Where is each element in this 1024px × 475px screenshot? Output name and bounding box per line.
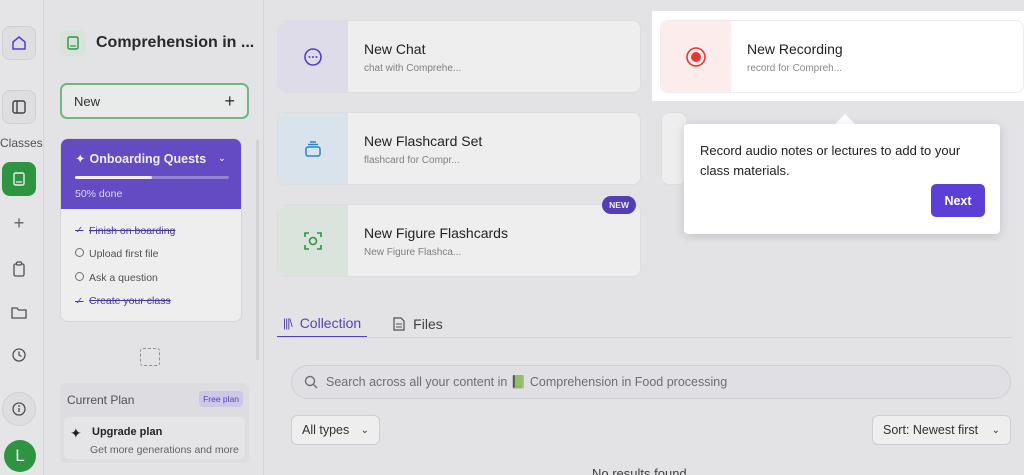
tab-collection-label: Collection bbox=[299, 315, 362, 331]
flashcard-icon-box bbox=[278, 113, 348, 184]
placeholder-icon bbox=[140, 348, 160, 366]
classes-label: Classes bbox=[0, 136, 43, 150]
plus-icon: + bbox=[224, 90, 235, 111]
icon-rail: Classes + L bbox=[0, 0, 44, 475]
quest-item[interactable]: ✓ Create your class bbox=[75, 290, 227, 314]
type-filter-dropdown[interactable]: All types ⌄ bbox=[291, 415, 380, 445]
new-figure-title: New Figure Flashcards bbox=[364, 225, 508, 241]
circle-icon bbox=[75, 271, 85, 284]
clipboard-button[interactable] bbox=[2, 252, 36, 286]
chat-icon-box bbox=[278, 21, 348, 92]
library-icon: |||\ bbox=[283, 316, 293, 330]
no-results-text: No results found bbox=[592, 466, 687, 475]
new-chat-title: New Chat bbox=[364, 41, 426, 57]
sparkles-icon: ✦ bbox=[70, 425, 82, 441]
class-sidebar: Comprehension in ... New + ✦ Onboarding … bbox=[44, 0, 264, 475]
quest-list: ✓ Finish on boarding Upload first file Ask … bbox=[61, 209, 241, 321]
new-flashcard-card[interactable]: New Flashcard Set flashcard for Compr... bbox=[277, 112, 641, 185]
class-book-icon bbox=[60, 30, 86, 56]
onboarding-quests-panel: ✦ Onboarding Quests ⌄ 50% done ✓ Finish o… bbox=[60, 138, 242, 322]
book-icon bbox=[13, 172, 25, 186]
new-recording-title: New Recording bbox=[747, 41, 843, 57]
info-button[interactable] bbox=[2, 392, 36, 426]
quest-item-label: Upload first file bbox=[89, 248, 159, 261]
info-icon bbox=[12, 402, 26, 416]
tab-collection[interactable]: |||\ Collection bbox=[277, 310, 368, 338]
tab-files-label: Files bbox=[413, 316, 443, 332]
tab-files[interactable]: Files bbox=[387, 310, 449, 338]
sidebar-icon bbox=[12, 100, 26, 114]
check-icon: ✓ bbox=[75, 295, 84, 307]
chevron-down-icon[interactable]: ⌄ bbox=[218, 153, 226, 164]
quest-item-label: Create your class bbox=[89, 295, 171, 308]
upgrade-title: Upgrade plan bbox=[92, 426, 163, 438]
check-icon: ✓ bbox=[75, 225, 84, 237]
home-icon bbox=[12, 36, 26, 50]
history-button[interactable] bbox=[2, 338, 36, 372]
quests-progress-bar bbox=[75, 176, 229, 179]
sort-value: Sort: Newest first bbox=[883, 423, 979, 437]
content-tabs: |||\ Collection Files bbox=[277, 310, 449, 338]
class-title: Comprehension in ... bbox=[96, 34, 255, 51]
figure-icon-box bbox=[278, 205, 348, 276]
quest-item[interactable]: Ask a question bbox=[75, 266, 227, 290]
file-icon bbox=[393, 317, 405, 331]
new-figure-subtitle: New Figure Flashca... bbox=[364, 247, 462, 258]
quests-progress-text: 50% done bbox=[75, 188, 123, 200]
sidebar-scrollbar[interactable] bbox=[256, 140, 259, 360]
class-header: Comprehension in ... bbox=[60, 30, 256, 56]
search-bar[interactable] bbox=[291, 365, 1011, 399]
new-flashcard-title: New Flashcard Set bbox=[364, 133, 483, 149]
flashcard-stack-icon bbox=[305, 140, 321, 157]
quest-item[interactable]: Upload first file bbox=[75, 243, 227, 267]
circle-icon bbox=[75, 248, 85, 260]
folder-button[interactable] bbox=[2, 295, 36, 329]
new-chat-subtitle: chat with Comprehe... bbox=[364, 63, 462, 74]
folder-icon bbox=[11, 307, 27, 319]
next-button[interactable]: Next bbox=[931, 184, 985, 217]
recording-icon-box bbox=[661, 21, 731, 92]
search-icon bbox=[304, 375, 318, 389]
sparkle-icon: ✦ bbox=[75, 152, 86, 166]
record-icon bbox=[686, 46, 706, 67]
tooltip-text: Record audio notes or lectures to add to… bbox=[700, 143, 961, 178]
add-class-button[interactable]: + bbox=[2, 206, 36, 240]
upgrade-plan-button[interactable]: ✦ Upgrade plan Get more generations and … bbox=[64, 417, 245, 459]
tour-tooltip: Record audio notes or lectures to add to… bbox=[684, 124, 1000, 234]
current-plan-label: Current Plan bbox=[67, 393, 135, 407]
search-input[interactable] bbox=[326, 375, 986, 389]
sort-dropdown[interactable]: Sort: Newest first ⌄ bbox=[872, 415, 1011, 445]
chevron-down-icon: ⌄ bbox=[360, 424, 369, 436]
toggle-sidebar-button[interactable] bbox=[2, 90, 36, 124]
new-recording-subtitle: record for Compreh... bbox=[747, 63, 843, 74]
quests-title: Onboarding Quests bbox=[89, 151, 207, 166]
figure-scan-icon bbox=[304, 231, 322, 250]
chat-icon bbox=[304, 47, 322, 66]
quest-item-label: Finish on boarding bbox=[89, 224, 176, 237]
new-figure-flashcards-card[interactable]: New Figure Flashcards New Figure Flashca… bbox=[277, 196, 641, 277]
new-badge: NEW bbox=[602, 196, 636, 214]
plus-icon: + bbox=[13, 212, 25, 233]
upgrade-subtitle: Get more generations and more bbox=[90, 444, 239, 456]
tabs-divider bbox=[277, 337, 1012, 338]
quests-header[interactable]: ✦ Onboarding Quests ⌄ 50% done bbox=[61, 139, 241, 209]
chevron-down-icon: ⌄ bbox=[991, 424, 1000, 436]
quest-item-label: Ask a question bbox=[89, 271, 158, 284]
new-button[interactable]: New + bbox=[60, 83, 249, 119]
home-button[interactable] bbox=[2, 26, 36, 60]
quests-progress-fill bbox=[75, 176, 152, 179]
user-avatar[interactable]: L bbox=[4, 440, 36, 472]
new-flashcard-subtitle: flashcard for Compr... bbox=[364, 155, 460, 166]
current-plan-panel: Current Plan Free plan ✦ Upgrade plan Ge… bbox=[60, 383, 249, 463]
quest-item[interactable]: ✓ Finish on boarding bbox=[75, 219, 227, 243]
class-button-active[interactable] bbox=[2, 162, 36, 196]
new-button-label: New bbox=[74, 93, 101, 109]
clipboard-icon bbox=[13, 261, 25, 277]
new-chat-card[interactable]: New Chat chat with Comprehe... bbox=[277, 20, 641, 93]
new-recording-card[interactable]: New Recording record for Compreh... bbox=[660, 20, 1024, 93]
history-icon bbox=[12, 348, 26, 362]
type-filter-value: All types bbox=[302, 423, 350, 437]
plan-badge: Free plan bbox=[199, 391, 243, 407]
